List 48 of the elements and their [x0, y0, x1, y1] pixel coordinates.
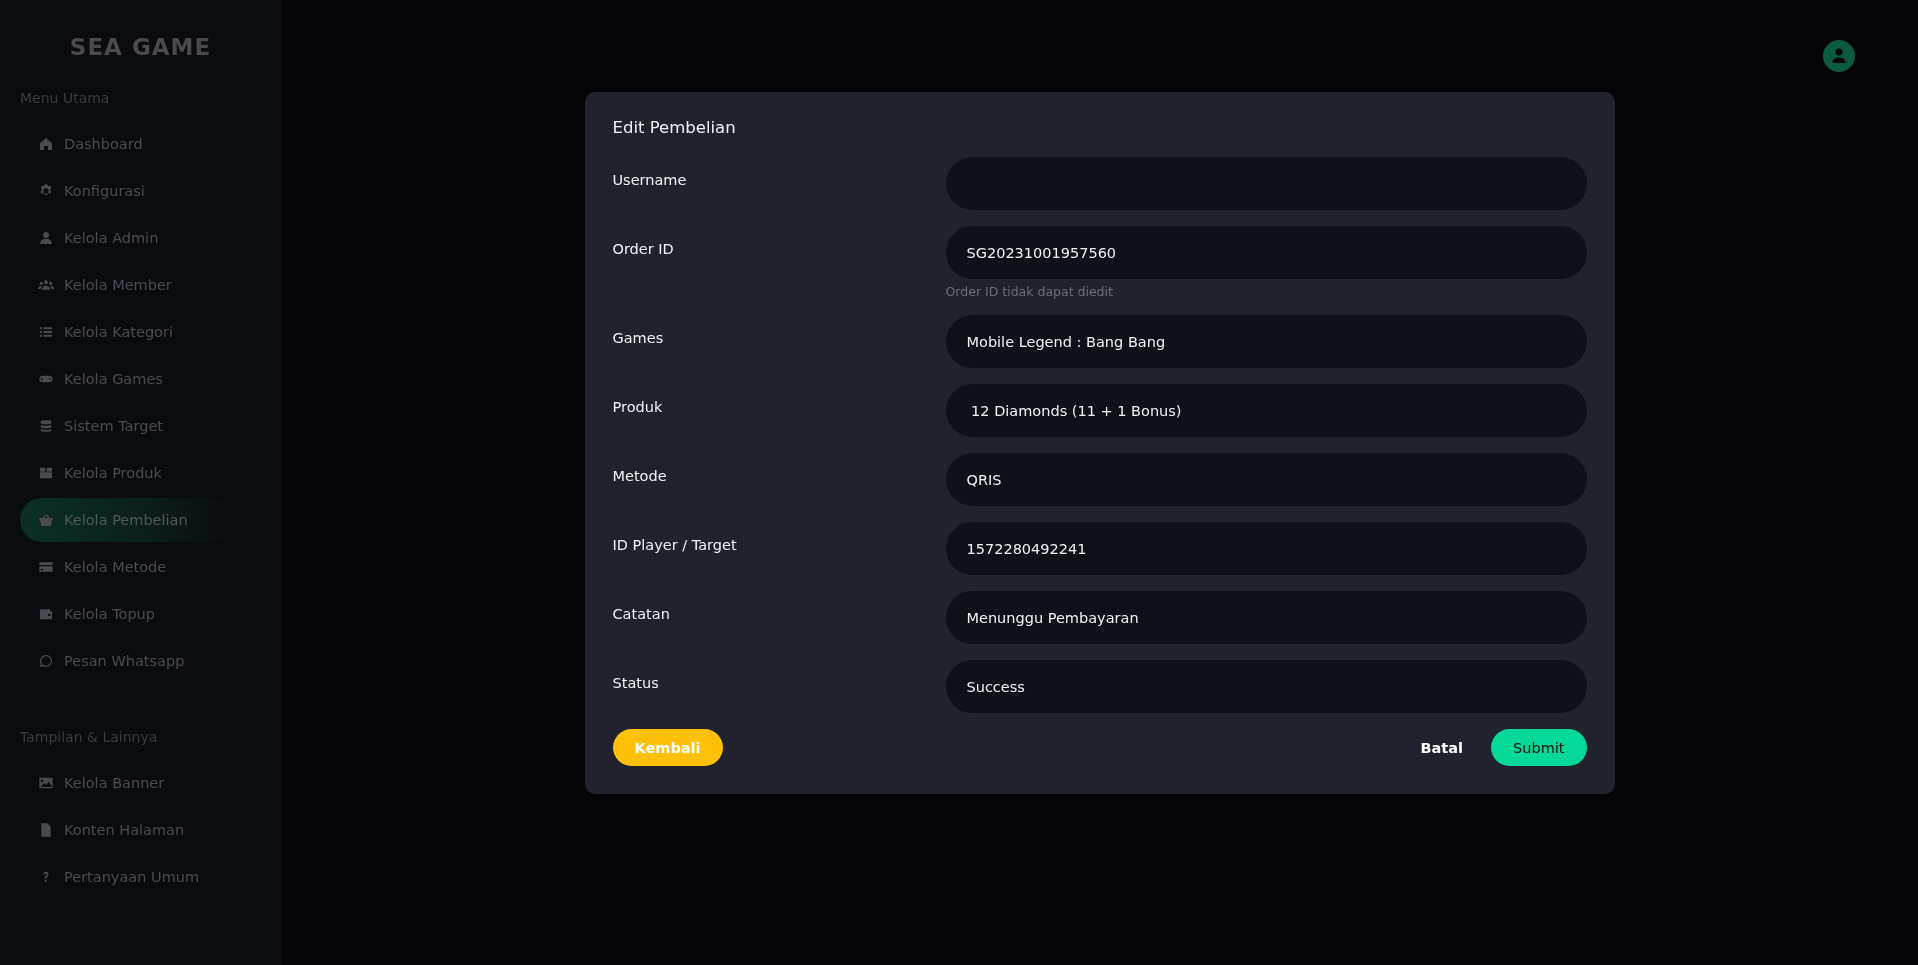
field-label: Username: [612, 171, 688, 190]
list-icon: [38, 324, 54, 340]
cancel-button[interactable]: Batal: [1416, 729, 1468, 766]
field-label: Produk: [612, 398, 664, 417]
basket-icon: [38, 512, 54, 528]
field-label: Catatan: [612, 605, 671, 624]
card-icon: [38, 559, 54, 575]
sidebar-item[interactable]: Dashboard: [20, 122, 235, 166]
sidebar-item[interactable]: Pesan Whatsapp: [20, 639, 235, 683]
sidebar-item[interactable]: Kelola Metode: [20, 545, 235, 589]
user-avatar-icon[interactable]: [1823, 40, 1855, 72]
submit-button[interactable]: Submit: [1491, 729, 1587, 766]
document-icon: [38, 822, 54, 838]
sidebar-item[interactable]: Konfigurasi: [20, 169, 235, 213]
field-label: Games: [612, 329, 665, 348]
wallet-icon: [38, 606, 54, 622]
box-icon: [38, 465, 54, 481]
sidebar-item[interactable]: Kelola Produk: [20, 451, 235, 495]
sidebar-item[interactable]: Kelola Games: [20, 357, 235, 401]
field-hint: Order ID tidak dapat diedit: [945, 284, 1114, 299]
input-field[interactable]: Menunggu Pembayaran: [945, 591, 1587, 644]
input-field[interactable]: SG20231001957560: [945, 226, 1587, 279]
chat-icon: [38, 653, 54, 669]
image-icon: [38, 775, 54, 791]
sidebar-item[interactable]: Konten Halaman: [20, 808, 235, 852]
home-icon: [38, 136, 54, 152]
sidebar-item[interactable]: Kelola Admin: [20, 216, 235, 260]
field-label: ID Player / Target: [612, 536, 738, 555]
modal-title: Edit Pembelian: [612, 118, 737, 137]
database-icon: [38, 418, 54, 434]
sidebar-item[interactable]: Kelola Topup: [20, 592, 235, 636]
sidebar-item[interactable]: Kelola Kategori: [20, 310, 235, 354]
sidebar-item[interactable]: Pertanyaan Umum: [20, 855, 235, 899]
field-label: Metode: [612, 467, 668, 486]
people-icon: [38, 277, 54, 293]
input-field[interactable]: QRIS: [945, 453, 1587, 506]
input-field[interactable]: Success: [945, 660, 1587, 713]
input-field[interactable]: 12 Diamonds (11 + 1 Bonus): [945, 384, 1587, 437]
field-label: Order ID: [612, 240, 675, 259]
logo-text: SEA GAME: [68, 34, 213, 60]
field-label: Status: [612, 674, 660, 693]
input-field[interactable]: Mobile Legend : Bang Bang: [945, 315, 1587, 368]
sidebar-item[interactable]: Sistem Target: [20, 404, 235, 448]
person-icon: [38, 230, 54, 246]
sidebar-item[interactable]: Kelola Member: [20, 263, 235, 307]
sidebar-item[interactable]: Kelola Banner: [20, 761, 235, 805]
input-field[interactable]: 1572280492241: [945, 522, 1587, 575]
back-button[interactable]: Kembali: [612, 729, 723, 766]
